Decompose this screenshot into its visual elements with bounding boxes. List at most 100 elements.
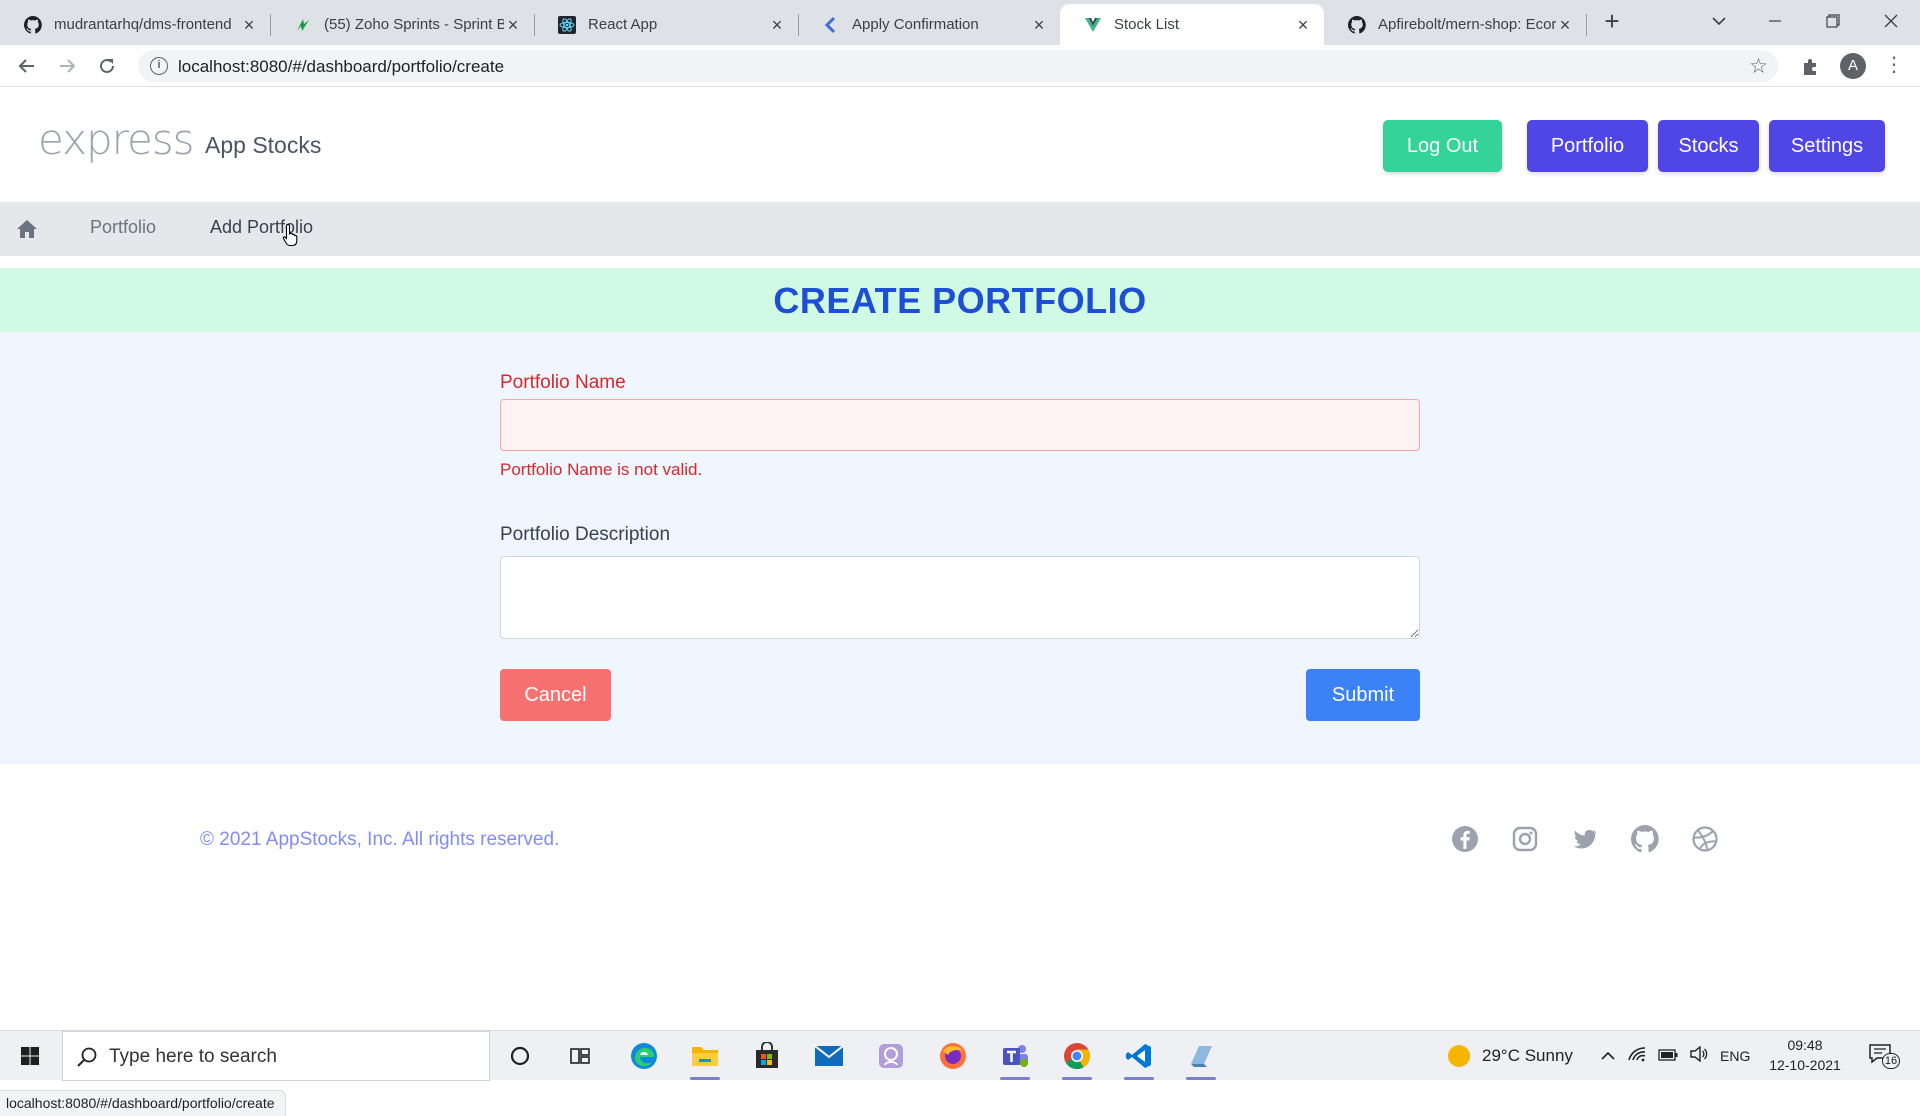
windows-taskbar: Type here to search 29°C Sunny ENG 09:48… bbox=[0, 1030, 1920, 1081]
facebook-icon[interactable] bbox=[1451, 825, 1479, 853]
chevron-up-icon[interactable] bbox=[1600, 1046, 1616, 1066]
submit-button[interactable]: Submit bbox=[1306, 669, 1420, 721]
tab-title: Apfirebolt/mern-shop: Ecor bbox=[1378, 16, 1556, 33]
kendo-icon bbox=[822, 16, 840, 34]
portfolio-name-label: Portfolio Name bbox=[500, 372, 626, 393]
sun-icon bbox=[1448, 1045, 1470, 1067]
react-icon bbox=[558, 15, 576, 34]
breadcrumb: Portfolio Add Portfolio bbox=[0, 202, 1920, 256]
github-icon bbox=[24, 15, 42, 34]
system-tray: ENG bbox=[1600, 1031, 1750, 1081]
wifi-icon[interactable] bbox=[1628, 1046, 1646, 1067]
twitter-icon[interactable] bbox=[1571, 825, 1599, 853]
vue-icon bbox=[1084, 16, 1102, 34]
link-status-bar: localhost:8080/#/dashboard/portfolio/cre… bbox=[0, 1090, 286, 1116]
close-tab-icon[interactable]: × bbox=[768, 16, 786, 34]
taskbar-search-placeholder: Type here to search bbox=[109, 1046, 277, 1067]
extensions-icon[interactable] bbox=[1800, 57, 1820, 77]
profile-avatar[interactable]: A bbox=[1840, 53, 1866, 79]
hand-cursor-icon bbox=[282, 223, 300, 247]
github-icon[interactable] bbox=[1630, 825, 1659, 853]
portfolio-name-error: Portfolio Name is not valid. bbox=[500, 460, 703, 479]
footer-copyright: © 2021 AppStocks, Inc. All rights reserv… bbox=[200, 829, 560, 850]
chrome-icon[interactable] bbox=[1060, 1040, 1094, 1080]
browser-menu-icon[interactable]: ⋮ bbox=[1884, 53, 1904, 79]
cortana-icon[interactable] bbox=[503, 1040, 537, 1072]
browser-tab[interactable]: Apfirebolt/mern-shop: Ecor × bbox=[1324, 4, 1586, 45]
bookmark-star-icon[interactable]: ☆ bbox=[1749, 54, 1768, 79]
microsoft-store-icon[interactable] bbox=[750, 1040, 784, 1072]
zoho-sprints-icon bbox=[294, 16, 312, 34]
tab-search-icon[interactable] bbox=[1696, 6, 1742, 36]
portfolio-name-input[interactable] bbox=[500, 399, 1420, 451]
create-portfolio-form: Portfolio Name Portfolio Name is not val… bbox=[0, 332, 1920, 764]
battery-icon[interactable] bbox=[1658, 1046, 1678, 1066]
logout-button[interactable]: Log Out bbox=[1383, 120, 1502, 172]
forward-icon[interactable] bbox=[53, 52, 81, 80]
vscode-icon[interactable] bbox=[1122, 1040, 1156, 1080]
edge-icon[interactable] bbox=[627, 1040, 661, 1072]
cancel-button[interactable]: Cancel bbox=[500, 669, 611, 721]
tab-separator bbox=[1586, 14, 1587, 36]
tab-title: mudrantarhq/dms-frontend bbox=[54, 16, 232, 33]
url-text: localhost:8080/#/dashboard/portfolio/cre… bbox=[178, 57, 505, 76]
stocks-nav-button[interactable]: Stocks bbox=[1658, 120, 1759, 172]
task-view-icon[interactable] bbox=[563, 1040, 597, 1072]
windows-start-icon[interactable] bbox=[10, 1041, 50, 1071]
tab-title: (55) Zoho Sprints - Sprint B bbox=[324, 16, 504, 33]
close-tab-icon[interactable]: × bbox=[240, 16, 258, 34]
web-page: express App Stocks Log Out Portfolio Sto… bbox=[0, 87, 1920, 1116]
breadcrumb-portfolio[interactable]: Portfolio bbox=[90, 217, 156, 238]
browser-tab[interactable]: Apply Confirmation × bbox=[798, 4, 1060, 45]
portfolio-description-label: Portfolio Description bbox=[500, 524, 671, 545]
file-explorer-icon[interactable] bbox=[688, 1040, 722, 1080]
language-indicator[interactable]: ENG bbox=[1720, 1048, 1750, 1064]
weather-widget[interactable]: 29°C Sunny bbox=[1448, 1031, 1573, 1081]
clock-date: 12-10-2021 bbox=[1769, 1057, 1841, 1073]
back-icon[interactable] bbox=[13, 52, 41, 80]
search-icon bbox=[75, 1045, 99, 1069]
tab-title: Apply Confirmation bbox=[852, 16, 979, 33]
browser-tab[interactable]: React App × bbox=[534, 4, 798, 45]
close-tab-icon[interactable]: × bbox=[1294, 16, 1312, 34]
portfolio-description-textarea[interactable] bbox=[500, 556, 1420, 639]
browser-tab[interactable]: (55) Zoho Sprints - Sprint B × bbox=[270, 4, 534, 45]
close-tab-icon[interactable]: × bbox=[1556, 16, 1574, 34]
app-icon[interactable] bbox=[1184, 1040, 1218, 1080]
taskbar-clock[interactable]: 09:48 12-10-2021 bbox=[1762, 1035, 1848, 1075]
close-tab-icon[interactable]: × bbox=[504, 16, 522, 34]
page-title: CREATE PORTFOLIO bbox=[773, 280, 1147, 321]
github-icon bbox=[1348, 15, 1366, 34]
app-name: App Stocks bbox=[205, 132, 322, 158]
teams-icon[interactable] bbox=[998, 1040, 1032, 1080]
volume-icon[interactable] bbox=[1690, 1045, 1708, 1067]
browser-tab[interactable]: mudrantarhq/dms-frontend × bbox=[0, 4, 270, 45]
url-bar[interactable]: i localhost:8080/#/dashboard/portfolio/c… bbox=[138, 50, 1778, 82]
page-title-banner: CREATE PORTFOLIO bbox=[0, 268, 1920, 332]
site-info-icon[interactable]: i bbox=[150, 57, 168, 75]
mail-icon[interactable] bbox=[812, 1040, 846, 1072]
notification-center-icon[interactable]: 16 bbox=[1868, 1043, 1900, 1069]
site-header: express App Stocks Log Out Portfolio Sto… bbox=[0, 87, 1920, 202]
minimize-icon[interactable] bbox=[1752, 6, 1798, 36]
reload-icon[interactable] bbox=[93, 52, 121, 80]
close-tab-icon[interactable]: × bbox=[1030, 16, 1048, 34]
browser-tab-active[interactable]: Stock List × bbox=[1060, 4, 1324, 45]
portfolio-nav-button[interactable]: Portfolio bbox=[1527, 120, 1648, 172]
home-icon[interactable] bbox=[16, 218, 38, 240]
clock-time: 09:48 bbox=[1787, 1037, 1823, 1053]
new-tab-button[interactable]: + bbox=[1598, 8, 1626, 36]
notification-count-badge: 16 bbox=[1882, 1053, 1900, 1069]
instagram-icon[interactable] bbox=[1511, 825, 1539, 853]
photos-app-icon[interactable] bbox=[874, 1040, 908, 1072]
taskbar-search-box[interactable]: Type here to search bbox=[62, 1031, 490, 1081]
dribbble-icon[interactable] bbox=[1691, 825, 1719, 853]
tab-title: Stock List bbox=[1114, 16, 1180, 33]
browser-tab-bar: mudrantarhq/dms-frontend × (55) Zoho Spr… bbox=[0, 0, 1920, 45]
close-window-icon[interactable] bbox=[1868, 6, 1914, 36]
address-bar: i localhost:8080/#/dashboard/portfolio/c… bbox=[0, 45, 1920, 87]
restore-icon[interactable] bbox=[1810, 6, 1856, 36]
express-logo[interactable]: express bbox=[38, 115, 195, 164]
settings-nav-button[interactable]: Settings bbox=[1769, 120, 1885, 172]
firefox-icon[interactable] bbox=[936, 1040, 970, 1072]
